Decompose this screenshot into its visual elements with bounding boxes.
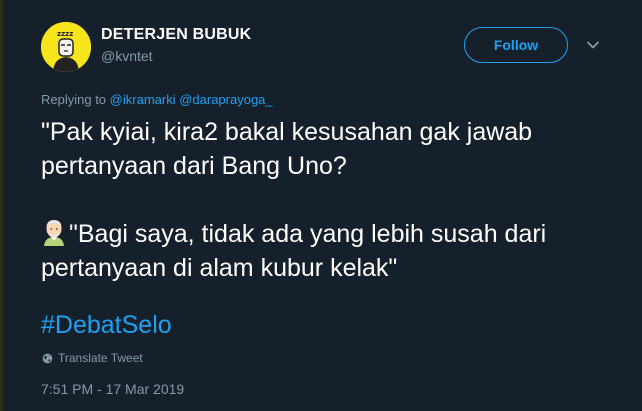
replying-to: Replying to @ikramarki @daraprayoga_ <box>41 92 273 107</box>
tweet-paragraph: "Pak kyiai, kira2 bakal kesusahan gak ja… <box>41 118 533 180</box>
older-man-emoji-icon <box>44 220 64 246</box>
hashtag-link[interactable]: #DebatSelo <box>41 311 172 340</box>
follow-button-label: Follow <box>493 37 539 53</box>
translate-label: Translate Tweet <box>58 351 143 365</box>
tweet-header: zzzz DETERJEN BUBUK @kvntet Follow <box>0 0 642 86</box>
mention-link[interactable]: @ikramarki <box>110 92 176 107</box>
chevron-down-icon[interactable] <box>586 38 600 52</box>
tweet-timestamp[interactable]: 7:51 PM - 17 Mar 2019 <box>41 381 184 397</box>
replying-prefix: Replying to <box>41 92 107 107</box>
cartoon-avatar-icon: zzzz <box>41 22 91 72</box>
follow-button[interactable]: Follow <box>464 27 568 63</box>
avatar[interactable]: zzzz <box>41 22 91 72</box>
globe-icon <box>42 353 53 363</box>
translate-tweet-link[interactable]: Translate Tweet <box>42 351 143 365</box>
display-name[interactable]: DETERJEN BUBUK <box>101 26 251 44</box>
tweet-text: "Pak kyiai, kira2 bakal kesusahan gak ja… <box>41 115 621 285</box>
mention-link[interactable]: @daraprayoga_ <box>179 92 272 107</box>
tweet-paragraph-text: "Bagi saya, tidak ada yang lebih susah d… <box>41 220 547 282</box>
svg-text:zzzz: zzzz <box>57 30 73 38</box>
tweet-paragraph: "Bagi saya, tidak ada yang lebih susah d… <box>41 217 621 285</box>
username[interactable]: @kvntet <box>101 48 153 64</box>
